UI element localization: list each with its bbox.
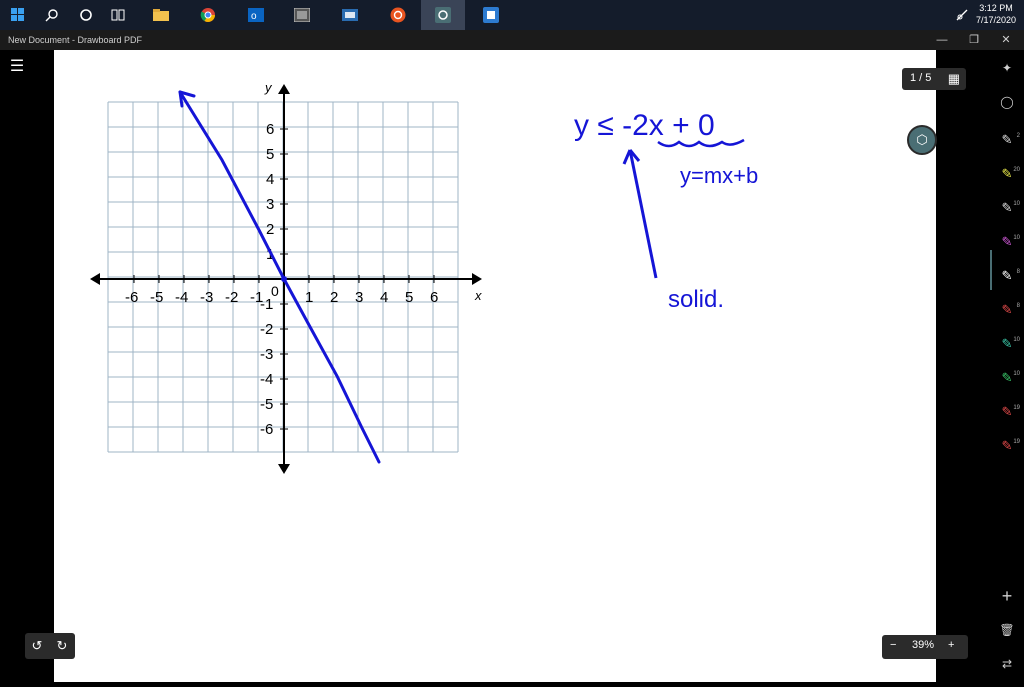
y-tick-label: 2 xyxy=(266,221,274,238)
x-tick-label: 5 xyxy=(405,289,413,306)
pen-tool-icon[interactable]: ✎ 10 xyxy=(990,198,1024,218)
page-drawing: -6 -5 -4 -3 -2 -1 1 2 3 4 5 6654321-1-2-3-4-5-6 x y… xyxy=(90,80,758,474)
pen-size-label: 19 xyxy=(1013,439,1020,445)
pen-tool-icon[interactable]: ✎ 10 xyxy=(990,232,1024,252)
pen-tool-icon[interactable]: ✎ 19 xyxy=(990,402,1024,422)
app-icon[interactable] xyxy=(292,5,312,25)
pointer-arrow xyxy=(628,149,658,279)
grid-view-icon[interactable]: ▦ xyxy=(948,71,960,87)
zoom-control: − 39% + xyxy=(882,635,968,659)
origin-label: 0 xyxy=(271,283,279,299)
app-icon-2[interactable] xyxy=(340,5,360,25)
chrome-icon[interactable] xyxy=(198,5,218,25)
pen-tool-icon[interactable]: ✎ 8 xyxy=(990,300,1024,320)
inequality-text: y ≤ -2x + 0 xyxy=(574,109,715,142)
close-icon[interactable]: ✕ xyxy=(999,33,1013,47)
x-axis-label: x xyxy=(474,288,482,303)
app-icon-3[interactable] xyxy=(481,5,501,25)
pen-size-label: 10 xyxy=(1013,337,1020,343)
hamburger-menu-icon[interactable]: ☰ xyxy=(8,58,26,76)
redo-icon[interactable]: ↻ xyxy=(52,637,72,655)
system-clock[interactable]: 3:12 PM 7/17/2020 xyxy=(976,2,1016,26)
ubuntu-icon[interactable] xyxy=(388,5,408,25)
slope-intercept-form-text: y=mx+b xyxy=(680,163,758,188)
undo-icon[interactable]: ↺ xyxy=(27,637,47,655)
y-axis-bottom-arrow-icon xyxy=(278,464,290,474)
y-axis-top-arrow-icon xyxy=(278,84,290,94)
ruler-tool-icon[interactable]: ✦ xyxy=(990,58,1024,78)
x-tick-label: 4 xyxy=(380,289,388,306)
svg-text:o: o xyxy=(251,11,257,22)
pen-size-label: 8 xyxy=(1016,269,1020,275)
restore-icon[interactable]: ❐ xyxy=(967,33,981,47)
windows-start-icon[interactable] xyxy=(8,5,28,25)
page-indicator[interactable]: 1 / 5 ▦ xyxy=(902,68,966,90)
x-tick-label: -3 xyxy=(200,289,213,306)
pen-tool-icon[interactable]: ✎ 19 xyxy=(990,436,1024,456)
x-tick-label: 1 xyxy=(305,289,313,306)
pen-tool-icon[interactable]: ✎ 20 xyxy=(990,164,1024,184)
trash-icon[interactable]: 🗑 xyxy=(990,620,1024,640)
minimize-icon[interactable]: — xyxy=(935,33,949,47)
clock-date: 7/17/2020 xyxy=(975,15,1016,25)
network-icon[interactable] xyxy=(952,5,972,25)
document-canvas[interactable]: -6 -5 -4 -3 -2 -1 1 2 3 4 5 6 6 5 4 3 2 1 -1 -2 -3 -4 -5 -6 x y… xyxy=(54,50,936,682)
outlook-icon[interactable]: o xyxy=(246,5,266,25)
pen-size-label: 10 xyxy=(1013,201,1020,207)
pen-size-label: 20 xyxy=(1013,167,1020,173)
x-axis-left-arrow-icon xyxy=(90,273,100,285)
x-tick-label: 6 xyxy=(430,289,438,306)
clock-time: 3:12 PM xyxy=(979,3,1013,13)
x-tick-label: -6 xyxy=(125,289,138,306)
search-icon[interactable] xyxy=(42,5,62,25)
cortana-icon[interactable] xyxy=(76,5,96,25)
y-tick-label: 3 xyxy=(266,196,274,213)
y-axis-label: y xyxy=(264,80,273,95)
page-indicator-text: 1 / 5 xyxy=(910,72,932,84)
y-tick-label: -5 xyxy=(260,396,273,413)
x-tick-label: -4 xyxy=(175,289,188,306)
task-view-icon[interactable] xyxy=(108,5,128,25)
window-titlebar: New Document - Drawboard PDF — ❐ ✕ xyxy=(0,30,1024,50)
y-tick-label: -4 xyxy=(260,371,273,388)
lasso-tool-icon[interactable]: ◯ xyxy=(990,92,1024,112)
swap-icon[interactable]: ⇄ xyxy=(990,654,1024,674)
pen-size-label: 10 xyxy=(1013,235,1020,241)
windows-taskbar: o 3:12 PM 7/17/2020 xyxy=(0,0,1024,30)
pen-size-label: 10 xyxy=(1013,371,1020,377)
x-tick-label: -5 xyxy=(150,289,163,306)
pen-tool-icon[interactable]: ✎ 2 xyxy=(990,130,1024,150)
y-tick-label: 5 xyxy=(266,146,274,163)
window-title: New Document - Drawboard PDF xyxy=(8,35,143,45)
pen-tool-icon[interactable]: ✎ 10 xyxy=(990,368,1024,388)
zoom-level: 39% xyxy=(912,639,935,651)
note-text: solid. xyxy=(668,286,724,313)
drawboard-icon[interactable] xyxy=(433,5,453,25)
pen-size-label: 2 xyxy=(1016,133,1020,139)
zoom-out-button[interactable]: − xyxy=(890,639,896,651)
y-tick-label: 6 xyxy=(266,121,274,138)
x-tick-label: -2 xyxy=(225,289,238,306)
file-explorer-icon[interactable] xyxy=(151,5,171,25)
add-page-icon[interactable]: + xyxy=(990,586,1024,606)
pen-size-label: 8 xyxy=(1016,303,1020,309)
navigation-hub-icon[interactable]: ⬡ xyxy=(907,125,937,155)
pen-size-label: 19 xyxy=(1013,405,1020,411)
y-tick-label: 4 xyxy=(266,171,274,188)
left-sidebar: ☰ xyxy=(0,50,54,682)
pen-tool-icon[interactable]: ✎ 8 xyxy=(990,266,1024,286)
y-tick-label: -2 xyxy=(260,321,273,338)
undo-redo-group: ↺ ↻ xyxy=(25,633,75,659)
y-tick-label: -6 xyxy=(260,421,273,438)
x-axis-right-arrow-icon xyxy=(472,273,482,285)
pen-tool-icon[interactable]: ✎ 10 xyxy=(990,334,1024,354)
right-toolbar: ✦ ◯ ✎ 2 ✎ 20 ✎ 10 ✎ 10 ✎ 8 ✎ 8 ✎ 10 ✎ 10 ✎ 19 ✎ 19 + 🗑 ⇄ xyxy=(990,50,1024,682)
x-tick-label: 3 xyxy=(355,289,363,306)
y-tick-label: -3 xyxy=(260,346,273,363)
y-intercept-point xyxy=(281,276,287,282)
x-tick-label: 2 xyxy=(330,289,338,306)
zoom-in-button[interactable]: + xyxy=(948,639,954,651)
